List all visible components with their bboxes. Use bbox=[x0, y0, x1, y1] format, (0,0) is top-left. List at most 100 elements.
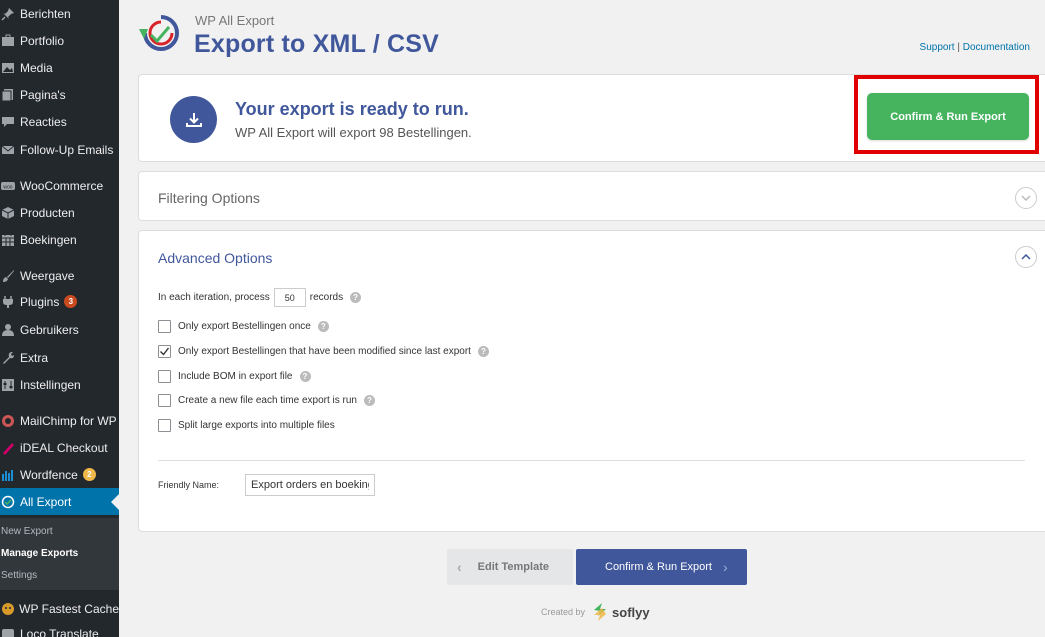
option-label[interactable]: Split large exports into multiple files bbox=[178, 420, 335, 431]
users-icon bbox=[0, 316, 20, 343]
update-count-badge: 2 bbox=[82, 468, 96, 481]
active-menu-arrow bbox=[111, 494, 119, 510]
chevron-left-icon: ‹ bbox=[457, 559, 462, 575]
sidebar-item-label: WP Fastest Cache bbox=[19, 601, 119, 616]
option-label[interactable]: Only export Bestellingen that have been … bbox=[178, 346, 471, 357]
sidebar-item-woocommerce[interactable]: woo WooCommerce bbox=[0, 172, 119, 199]
submenu-settings[interactable]: Settings bbox=[1, 570, 37, 581]
checkbox[interactable] bbox=[158, 394, 171, 407]
support-link[interactable]: Support bbox=[920, 42, 955, 53]
confirm-run-export-label: Confirm & Run Export bbox=[605, 561, 712, 573]
sidebar-item-media[interactable]: Media bbox=[0, 54, 119, 81]
sidebar-item-weergave[interactable]: Weergave bbox=[0, 262, 119, 289]
sidebar-item-mailchimp-for-wp[interactable]: MailChimp for WP bbox=[0, 407, 119, 434]
wordfence-icon bbox=[0, 461, 20, 488]
media-icon bbox=[0, 54, 20, 81]
help-icon[interactable]: ? bbox=[477, 346, 489, 357]
woocommerce-icon: woo bbox=[0, 172, 20, 199]
sidebar-item-reacties[interactable]: Reacties bbox=[0, 108, 119, 135]
sidebar-item-label: MailChimp for WP bbox=[20, 413, 117, 428]
checkbox[interactable] bbox=[158, 370, 171, 383]
ready-subtitle: WP All Export will export 98 Bestellinge… bbox=[235, 125, 472, 140]
app-name: WP All Export bbox=[195, 13, 275, 28]
admin-sidebar: Berichten Portfolio Media Pagina's Reacties F… bbox=[0, 0, 119, 637]
option-row: Only export Bestellingen that have been … bbox=[158, 345, 489, 358]
sidebar-item-gebruikers[interactable]: Gebruikers bbox=[0, 316, 119, 343]
soflyy-brand[interactable]: soflyy bbox=[612, 605, 650, 620]
submenu-new-export[interactable]: New Export bbox=[1, 526, 53, 537]
iteration-row: In each iteration, process records ? bbox=[158, 288, 362, 307]
chevron-down-icon[interactable] bbox=[1015, 187, 1037, 209]
translate-icon bbox=[0, 620, 20, 637]
help-links: Support | Documentation bbox=[920, 42, 1030, 53]
sidebar-item-wordfence[interactable]: Wordfence 2 bbox=[0, 461, 119, 488]
sidebar-item-label: Pagina's bbox=[20, 87, 66, 102]
soflyy-logo-icon[interactable] bbox=[592, 601, 608, 623]
sidebar-item-label: Producten bbox=[20, 205, 75, 220]
option-label[interactable]: Include BOM in export file bbox=[178, 371, 293, 382]
edit-template-button[interactable]: ‹ Edit Template bbox=[447, 549, 573, 585]
sidebar-item-all-export[interactable]: All Export bbox=[0, 488, 119, 515]
sidebar-item-producten[interactable]: Producten bbox=[0, 199, 119, 226]
sidebar-item-wp-fastest-cache[interactable]: WP Fastest Cache bbox=[0, 595, 119, 622]
sidebar-item-follow-up-emails[interactable]: Follow-Up Emails bbox=[0, 136, 119, 163]
update-count-badge: 3 bbox=[64, 295, 78, 308]
records-per-iteration-input[interactable] bbox=[273, 288, 306, 307]
brush-icon bbox=[0, 262, 20, 289]
help-icon[interactable]: ? bbox=[363, 395, 375, 406]
calendar-icon bbox=[0, 226, 20, 253]
sidebar-item-label: WooCommerce bbox=[20, 178, 104, 193]
iteration-prefix-label: In each iteration, process bbox=[158, 292, 270, 303]
option-label[interactable]: Only export Bestellingen once bbox=[178, 321, 311, 332]
confirm-run-export-bottom-button[interactable]: Confirm & Run Export › bbox=[576, 549, 747, 585]
filtering-options-panel[interactable]: Filtering Options bbox=[138, 171, 1045, 221]
sidebar-item-extra[interactable]: Extra bbox=[0, 344, 119, 371]
sidebar-item-label: Berichten bbox=[20, 6, 71, 21]
all-export-icon bbox=[0, 488, 20, 515]
option-row: Only export Bestellingen once? bbox=[158, 320, 329, 333]
divider bbox=[158, 460, 1025, 461]
comments-icon bbox=[0, 108, 20, 135]
settings-icon bbox=[0, 371, 20, 398]
wp-all-export-logo bbox=[136, 13, 186, 53]
sidebar-item-berichten[interactable]: Berichten bbox=[0, 0, 119, 27]
checkbox[interactable] bbox=[158, 320, 171, 333]
sidebar-item-portfolio[interactable]: Portfolio bbox=[0, 27, 119, 54]
submenu-manage-exports[interactable]: Manage Exports bbox=[1, 548, 78, 559]
option-label[interactable]: Create a new file each time export is ru… bbox=[178, 395, 357, 406]
help-icon[interactable]: ? bbox=[317, 321, 329, 332]
sidebar-item-pagina-s[interactable]: Pagina's bbox=[0, 81, 119, 108]
advanced-options-title[interactable]: Advanced Options bbox=[158, 250, 272, 266]
option-row: Split large exports into multiple files bbox=[158, 419, 335, 432]
portfolio-icon bbox=[0, 27, 20, 54]
sidebar-item-label: Plugins bbox=[20, 294, 60, 309]
checkbox-checked[interactable] bbox=[158, 345, 171, 358]
email-icon bbox=[0, 136, 20, 163]
sidebar-item-ideal-checkout[interactable]: iDEAL Checkout bbox=[0, 434, 119, 461]
checkbox[interactable] bbox=[158, 419, 171, 432]
help-icon[interactable]: ? bbox=[299, 371, 311, 382]
ideal-icon bbox=[0, 434, 20, 461]
option-row: Create a new file each time export is ru… bbox=[158, 394, 375, 407]
footer: Created by soflyy bbox=[541, 601, 650, 623]
sidebar-item-label: Follow-Up Emails bbox=[20, 142, 114, 157]
confirm-run-export-button[interactable]: Confirm & Run Export bbox=[867, 93, 1029, 140]
sidebar-item-plugins[interactable]: Plugins 3 bbox=[0, 288, 119, 315]
sidebar-item-boekingen[interactable]: Boekingen bbox=[0, 226, 119, 253]
sidebar-item-instellingen[interactable]: Instellingen bbox=[0, 371, 119, 398]
cheetah-icon bbox=[0, 595, 19, 622]
sidebar-item-label: Extra bbox=[20, 350, 49, 365]
sidebar-item-label: Wordfence bbox=[20, 467, 78, 482]
advanced-options-panel: Advanced Options In each iteration, proc… bbox=[138, 230, 1045, 532]
chevron-up-icon[interactable] bbox=[1015, 246, 1037, 268]
products-icon bbox=[0, 199, 20, 226]
documentation-link[interactable]: Documentation bbox=[963, 42, 1030, 53]
chevron-right-icon: › bbox=[722, 559, 728, 575]
friendly-name-input[interactable] bbox=[245, 474, 375, 496]
help-icon[interactable]: ? bbox=[350, 292, 362, 303]
sidebar-item-loco-translate[interactable]: Loco Translate bbox=[0, 620, 119, 637]
checkmark-icon bbox=[160, 347, 170, 356]
sidebar-item-label: Weergave bbox=[20, 268, 75, 283]
link-separator: | bbox=[957, 42, 960, 53]
pin-icon bbox=[0, 0, 20, 27]
